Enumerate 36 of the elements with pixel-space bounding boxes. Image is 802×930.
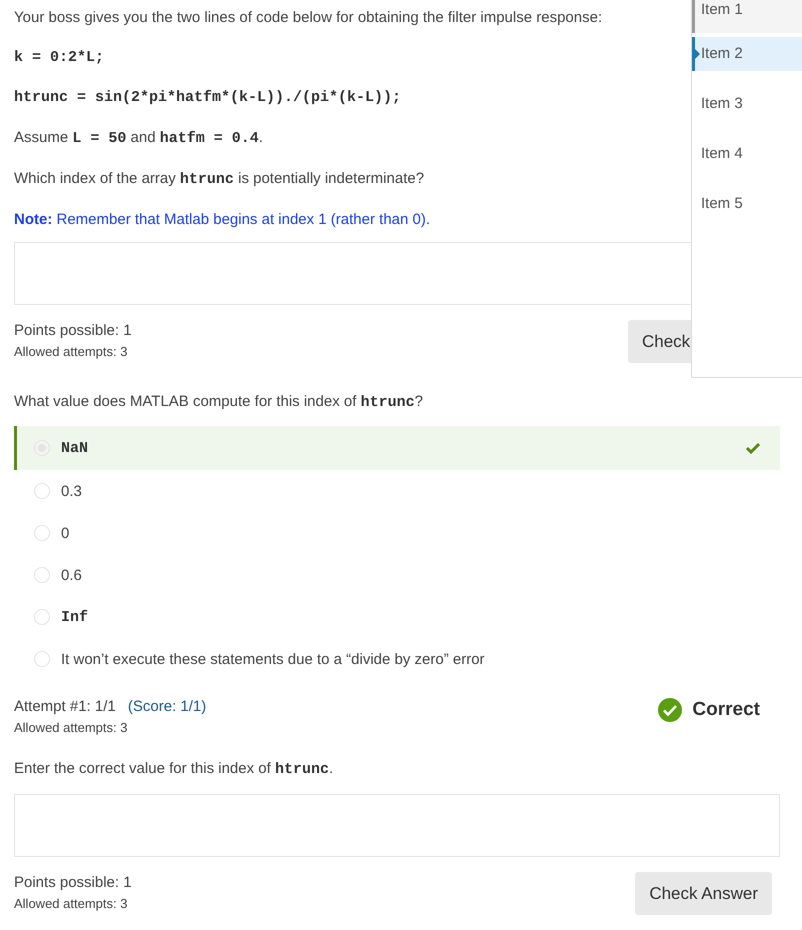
attempts-text: Allowed attempts: 3 xyxy=(14,719,128,737)
points-text: Points possible: 1 xyxy=(14,873,132,893)
radio-button[interactable] xyxy=(34,651,50,667)
points-text: Points possible: 1 xyxy=(14,321,132,341)
question-text: Which index of the array htrunc is potentially indeterminate? xyxy=(14,169,424,190)
option-row[interactable]: It won’t execute these statements due to a “divide by zero” error xyxy=(14,638,780,680)
option-row[interactable]: 0 xyxy=(14,512,780,554)
option-row[interactable]: 0.3 xyxy=(14,470,780,512)
option-row[interactable]: 0.6 xyxy=(14,554,780,596)
question-text: Enter the correct value for this index of htrunc. xyxy=(14,759,334,780)
menu-item[interactable]: Item 4 xyxy=(692,137,802,171)
question-text: What value does MATLAB compute for this index of htrunc? xyxy=(14,392,423,413)
menu-item[interactable]: Item 3 xyxy=(692,87,802,121)
caret-icon xyxy=(695,49,700,59)
selected-option[interactable]: NaN xyxy=(14,426,780,470)
attempts-text: Allowed attempts: 3 xyxy=(14,895,128,913)
code-line: k = 0:2*L; xyxy=(14,48,104,68)
check-icon xyxy=(746,442,760,454)
option-row[interactable]: Inf xyxy=(14,596,780,638)
score-text: (Score: 1/1) xyxy=(128,698,206,715)
question-text: Assume L = 50 and hatfm = 0.4. xyxy=(14,128,263,149)
radio-button[interactable] xyxy=(34,609,50,625)
note-text: Note: Remember that Matlab begins at index 1 (rather than 0). xyxy=(14,210,430,230)
attempts-text: Allowed attempts: 3 xyxy=(14,343,128,361)
radio-button[interactable] xyxy=(34,567,50,583)
radio-button[interactable] xyxy=(34,483,50,499)
check-answer-button[interactable]: Check Answer xyxy=(635,872,772,915)
answer-field[interactable] xyxy=(14,794,780,857)
menu-item[interactable]: Item 1 xyxy=(692,0,802,33)
code-line: htrunc = sin(2*pi*hatfm*(k-L))./(pi*(k-L)); xyxy=(14,88,402,108)
radio-button[interactable] xyxy=(34,525,50,541)
attempt-text: Attempt #1: 1/1 xyxy=(14,698,116,715)
question-text: Your boss gives you the two lines of code below for obtaining the filter impulse response: xyxy=(14,8,602,28)
menu-item[interactable]: Item 5 xyxy=(692,187,802,221)
menu-item[interactable]: Item 2 xyxy=(692,37,802,71)
status-text: Correct xyxy=(692,699,760,721)
